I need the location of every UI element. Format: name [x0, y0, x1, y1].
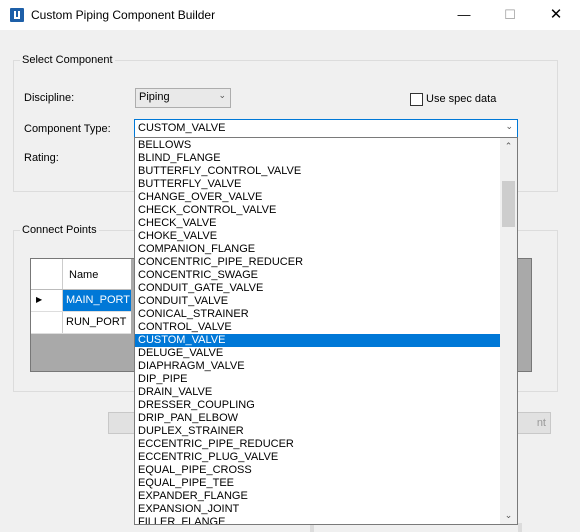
dropdown-item[interactable]: BLIND_FLANGE [135, 152, 500, 165]
table-cell[interactable]: MAIN_PORT [63, 290, 131, 311]
grid-header: Name [31, 259, 131, 290]
table-row[interactable]: RUN_PORT [31, 312, 131, 334]
row-header[interactable] [31, 312, 63, 333]
current-row-icon: ▶ [36, 295, 43, 304]
chevron-down-icon: ⌄ [218, 90, 226, 100]
dropdown-item[interactable]: CHOKE_VALVE [135, 230, 500, 243]
dropdown-item[interactable]: EXPANDER_FLANGE [135, 490, 500, 503]
dropdown-item[interactable]: BUTTERFLY_VALVE [135, 178, 500, 191]
app-icon [10, 8, 24, 22]
dropdown-item[interactable]: CONTROL_VALVE [135, 321, 500, 334]
scroll-thumb[interactable] [502, 181, 515, 227]
dropdown-item[interactable]: DIAPHRAGM_VALVE [135, 360, 500, 373]
scroll-down-icon[interactable]: ⌄ [500, 507, 517, 524]
dropdown-item[interactable]: DIP_PIPE [135, 373, 500, 386]
dropdown-scrollbar[interactable]: ⌃ ⌄ [500, 138, 517, 524]
dropdown-items: BELLOWS BLIND_FLANGE BUTTERFLY_CONTROL_VAL… [135, 139, 500, 524]
lower-panel-edge [518, 523, 522, 532]
minimize-button[interactable]: — [441, 0, 487, 30]
rating-label: Rating: [24, 152, 59, 164]
connect-points-legend: Connect Points [20, 224, 99, 236]
dropdown-item[interactable]: DUPLEX_STRAINER [135, 425, 500, 438]
component-type-dropdown-list[interactable]: BELLOWS BLIND_FLANGE BUTTERFLY_CONTROL_VAL… [134, 137, 518, 525]
use-spec-label: Use spec data [426, 93, 497, 105]
dropdown-item[interactable]: CONCENTRIC_PIPE_REDUCER [135, 256, 500, 269]
component-type-value: CUSTOM_VALVE [138, 122, 226, 134]
dropdown-item[interactable]: CHANGE_OVER_VALVE [135, 191, 500, 204]
dropdown-item[interactable]: BUTTERFLY_CONTROL_VALVE [135, 165, 500, 178]
close-button[interactable]: ✕ [533, 0, 579, 30]
use-spec-checkbox[interactable] [410, 93, 423, 106]
component-type-combo[interactable]: CUSTOM_VALVE ⌄ [134, 119, 518, 138]
dropdown-item[interactable]: DRESSER_COUPLING [135, 399, 500, 412]
dropdown-item[interactable]: CHECK_VALVE [135, 217, 500, 230]
component-type-label: Component Type: [24, 123, 111, 135]
dropdown-item[interactable]: DRAIN_VALVE [135, 386, 500, 399]
discipline-label: Discipline: [24, 92, 75, 104]
dropdown-item[interactable]: EXPANSION_JOINT [135, 503, 500, 516]
dropdown-item[interactable]: FILLER_FLANGE [135, 516, 500, 524]
maximize-button[interactable]: ☐ [487, 0, 533, 30]
column-header-name[interactable]: Name [69, 269, 98, 281]
right-button-label: nt [536, 417, 546, 429]
dropdown-item[interactable]: EQUAL_PIPE_CROSS [135, 464, 500, 477]
dropdown-item[interactable]: CONDUIT_VALVE [135, 295, 500, 308]
table-cell[interactable]: RUN_PORT [63, 312, 131, 333]
discipline-value: Piping [139, 91, 170, 103]
dropdown-item[interactable]: DRIP_PAN_ELBOW [135, 412, 500, 425]
dropdown-item[interactable]: CHECK_CONTROL_VALVE [135, 204, 500, 217]
table-row[interactable]: ▶ MAIN_PORT [31, 290, 131, 312]
dropdown-item[interactable]: CONCENTRIC_SWAGE [135, 269, 500, 282]
dropdown-item[interactable]: BELLOWS [135, 139, 500, 152]
dropdown-item[interactable]: ECCENTRIC_PIPE_REDUCER [135, 438, 500, 451]
window-title: Custom Piping Component Builder [31, 8, 216, 22]
dropdown-item[interactable]: ECCENTRIC_PLUG_VALVE [135, 451, 500, 464]
dropdown-item[interactable]: CONICAL_STRAINER [135, 308, 500, 321]
dropdown-item[interactable]: CUSTOM_VALVE [135, 334, 500, 347]
row-header[interactable]: ▶ [31, 290, 63, 311]
discipline-combo[interactable]: Piping ⌄ [135, 88, 231, 108]
dropdown-item[interactable]: DELUGE_VALVE [135, 347, 500, 360]
grid-corner [31, 259, 63, 289]
scroll-up-icon[interactable]: ⌃ [500, 138, 517, 155]
title-bar: Custom Piping Component Builder — ☐ ✕ [0, 0, 580, 30]
dropdown-item[interactable]: COMPANION_FLANGE [135, 243, 500, 256]
chevron-down-icon: ⌄ [505, 121, 513, 131]
select-component-legend: Select Component [20, 54, 115, 66]
dropdown-item[interactable]: CONDUIT_GATE_VALVE [135, 282, 500, 295]
dropdown-item[interactable]: EQUAL_PIPE_TEE [135, 477, 500, 490]
